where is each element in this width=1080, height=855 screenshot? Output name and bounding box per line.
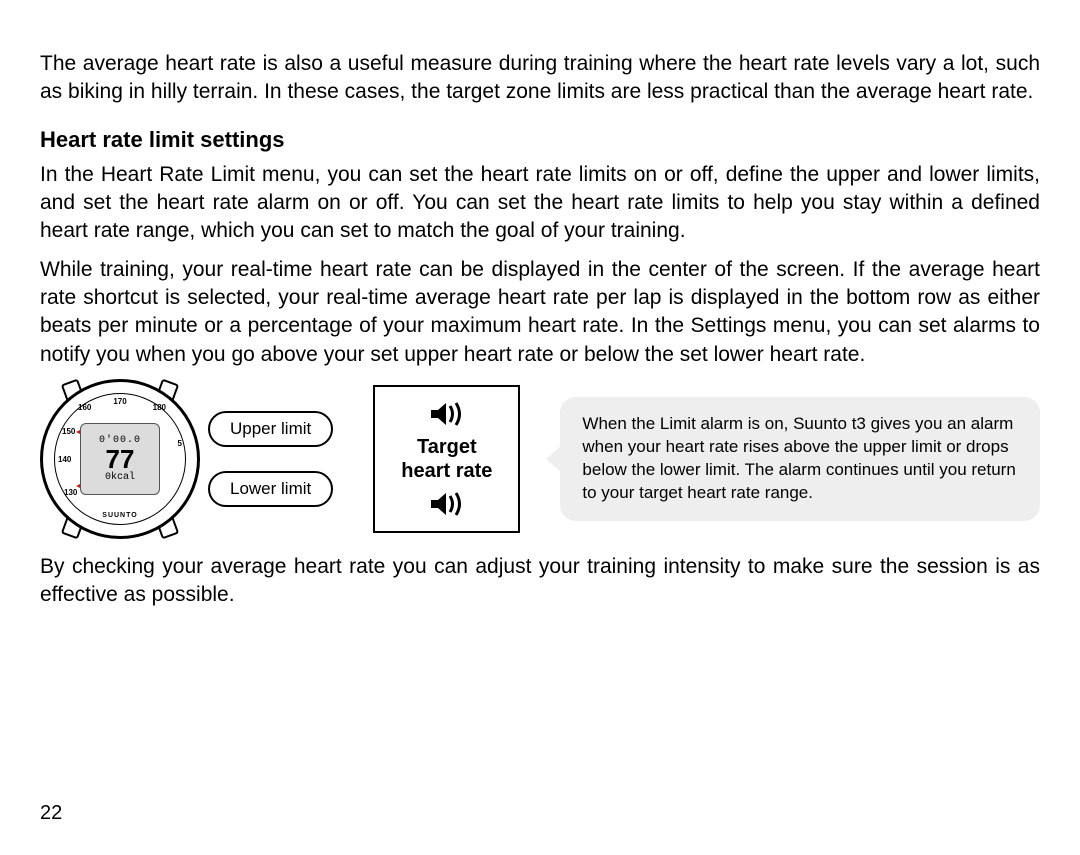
limit-labels: Upper limit Lower limit xyxy=(208,411,333,507)
watch-illustration: 170 160 180 150 140 130 5 0'00.0 77 0kca… xyxy=(40,379,200,539)
watch-main-readout: 77 xyxy=(106,446,135,472)
paragraph-3: While training, your real-time heart rat… xyxy=(40,256,1040,369)
page-number: 22 xyxy=(40,802,62,825)
alarm-upper-icon xyxy=(429,401,465,427)
target-heart-rate-text: Target heart rate xyxy=(401,435,492,483)
figure-row: 170 160 180 150 140 130 5 0'00.0 77 0kca… xyxy=(40,379,1040,539)
intro-paragraph: The average heart rate is also a useful … xyxy=(40,50,1040,107)
target-heart-rate-box: Target heart rate xyxy=(373,385,520,533)
alarm-lower-icon xyxy=(429,491,465,517)
section-heading: Heart rate limit settings xyxy=(40,127,1040,153)
paragraph-2: In the Heart Rate Limit menu, you can se… xyxy=(40,161,1040,246)
lower-limit-label: Lower limit xyxy=(208,471,333,507)
alarm-callout: When the Limit alarm is on, Suunto t3 gi… xyxy=(560,397,1040,521)
watch-bottom-readout: 0kcal xyxy=(105,472,135,483)
watch-brand-label: SUUNTO xyxy=(102,512,137,519)
paragraph-4: By checking your average heart rate you … xyxy=(40,553,1040,610)
upper-limit-label: Upper limit xyxy=(208,411,333,447)
